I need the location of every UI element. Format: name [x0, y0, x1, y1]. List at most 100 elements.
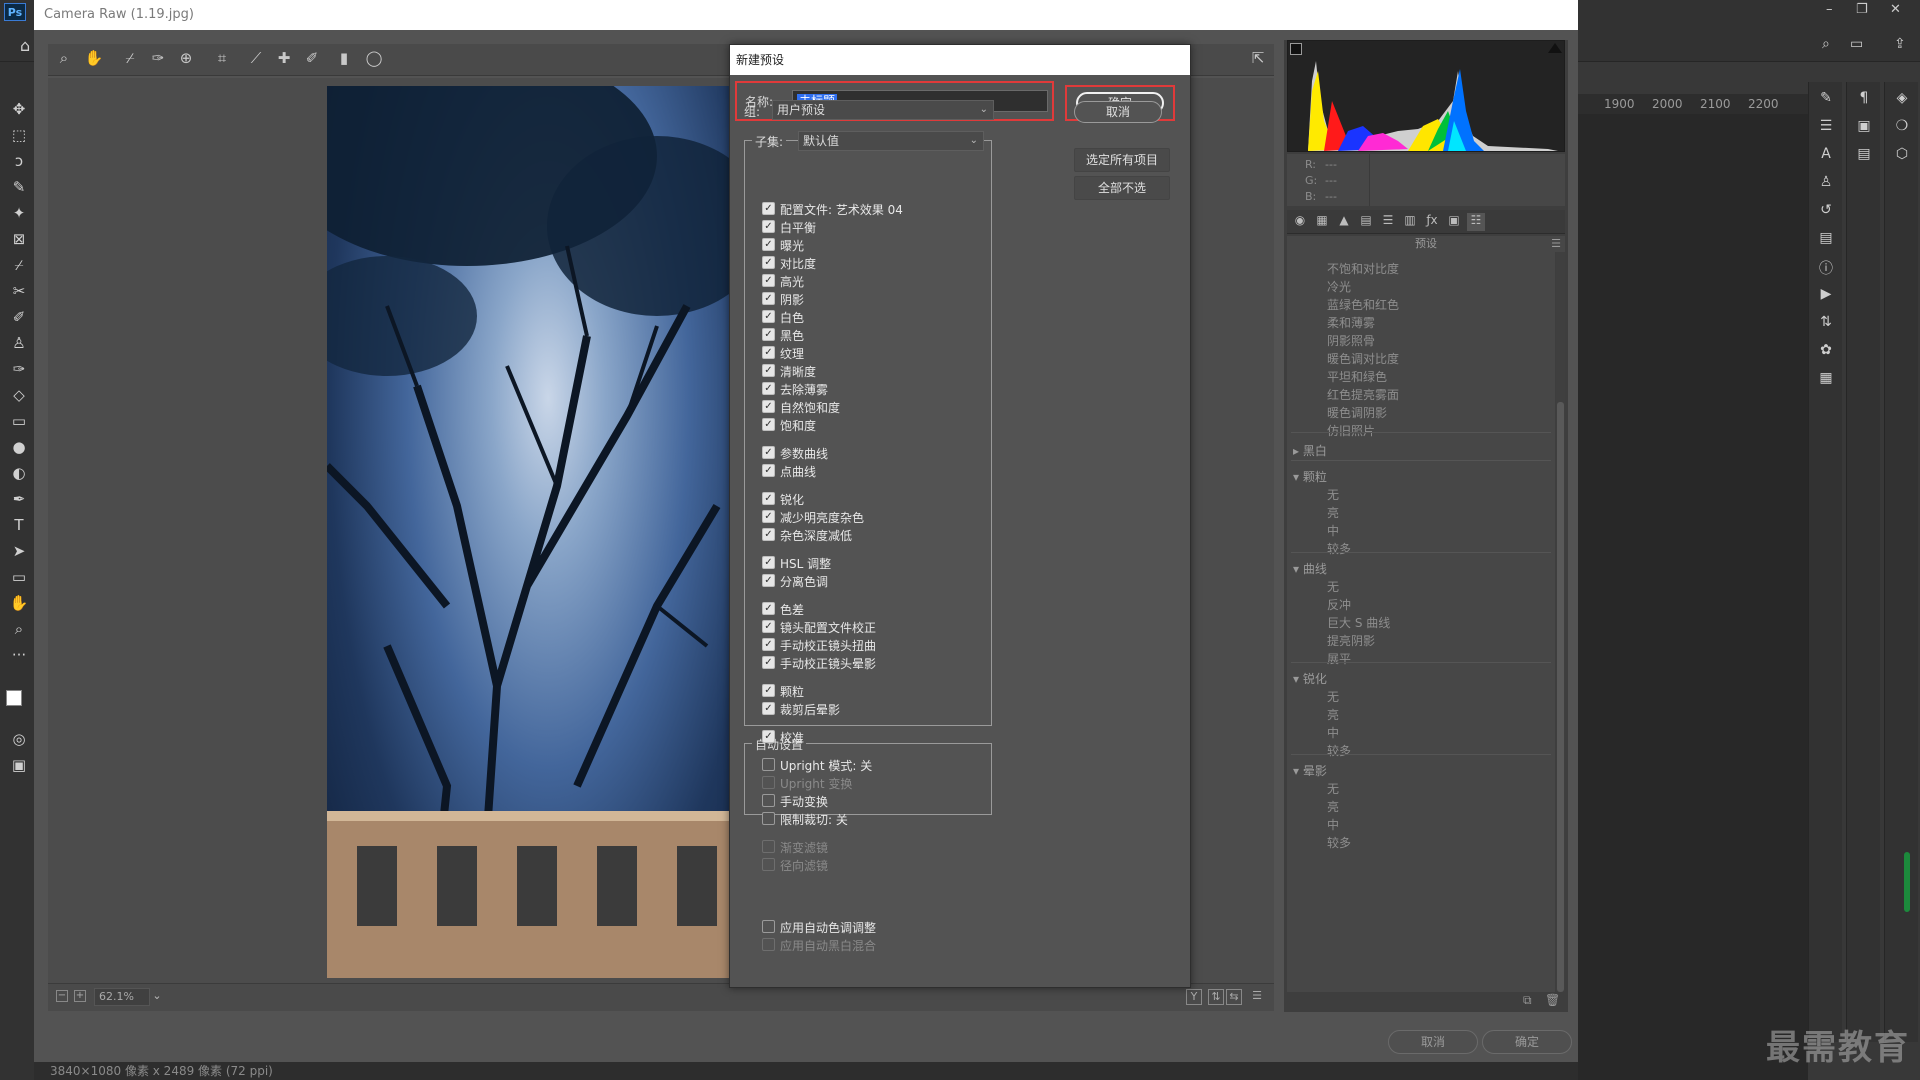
- footer-cancel-button[interactable]: 取消: [1388, 1030, 1478, 1054]
- paths-panel-icon[interactable]: ⬡: [1891, 146, 1913, 166]
- checkbox-checked-icon[interactable]: ✓: [762, 292, 775, 305]
- list-item[interactable]: 仿旧照片: [1327, 422, 1375, 439]
- list-item[interactable]: 暖色调阴影: [1327, 404, 1387, 421]
- brush-panel-icon[interactable]: ✎: [1815, 90, 1837, 110]
- checkbox-unchecked-icon[interactable]: [762, 794, 775, 807]
- quick-mask-icon[interactable]: ◎: [6, 728, 32, 750]
- before-after-y-icon[interactable]: Y: [1186, 989, 1202, 1005]
- crop-icon[interactable]: ⌗: [210, 49, 234, 69]
- swap-settings-icon[interactable]: ⇅: [1208, 989, 1224, 1005]
- presets-tab-icon[interactable]: ☷: [1467, 213, 1485, 231]
- brush-tool-icon[interactable]: ✐: [6, 306, 32, 328]
- checkbox-checked-icon[interactable]: ✓: [762, 238, 775, 251]
- list-item[interactable]: 平坦和绿色: [1327, 368, 1387, 385]
- pen-tool-icon[interactable]: ✒: [6, 488, 32, 510]
- zoom-tool-icon[interactable]: ⌕: [6, 618, 32, 640]
- new-preset-icon[interactable]: ⧉: [1523, 993, 1532, 1008]
- checkbox-unchecked-icon[interactable]: [762, 920, 775, 933]
- hand-icon[interactable]: ✋: [82, 49, 106, 69]
- photo-preview[interactable]: [327, 86, 729, 978]
- white-balance-icon[interactable]: ⌿: [118, 49, 142, 69]
- checkbox-checked-icon[interactable]: ✓: [762, 638, 775, 651]
- toggle-settings-icon[interactable]: ☰: [1248, 988, 1266, 1006]
- subset-select[interactable]: 默认值 ⌄: [798, 131, 984, 151]
- checkbox-checked-icon[interactable]: ✓: [762, 528, 775, 541]
- checkbox-checked-icon[interactable]: ✓: [762, 464, 775, 477]
- ps-scroll-indicator[interactable]: [1904, 852, 1910, 912]
- presets-menu-icon[interactable]: ☰: [1551, 236, 1561, 252]
- list-item[interactable]: 中: [1327, 522, 1339, 539]
- timeline-panel-icon[interactable]: ⇅: [1815, 314, 1837, 334]
- list-item[interactable]: 冷光: [1327, 278, 1351, 295]
- group-grain[interactable]: ▾ 颗粒: [1293, 468, 1327, 485]
- restore-icon[interactable]: ❐: [1856, 2, 1868, 17]
- list-item[interactable]: 较多: [1327, 834, 1351, 851]
- checkbox-checked-icon[interactable]: ✓: [762, 492, 775, 505]
- zoom-level-field[interactable]: 62.1%: [94, 988, 150, 1006]
- select-none-button[interactable]: 全部不选: [1074, 176, 1170, 200]
- table-panel-icon[interactable]: ▦: [1815, 370, 1837, 390]
- layers-panel-icon[interactable]: ◈: [1891, 90, 1913, 110]
- history-panel-icon[interactable]: ↺: [1815, 202, 1837, 222]
- channels-panel-icon[interactable]: ❍: [1891, 118, 1913, 138]
- checkbox-checked-icon[interactable]: ✓: [762, 574, 775, 587]
- workspace-icon[interactable]: ▭: [1850, 36, 1863, 52]
- character-panel-icon[interactable]: A: [1815, 146, 1837, 166]
- eyedropper-tool-icon[interactable]: ⌿: [6, 254, 32, 276]
- delete-preset-icon[interactable]: 🗑: [1545, 993, 1560, 1007]
- checkbox-checked-icon[interactable]: ✓: [762, 346, 775, 359]
- checkbox-checked-icon[interactable]: ✓: [762, 364, 775, 377]
- list-item[interactable]: 亮: [1327, 504, 1339, 521]
- close-icon[interactable]: ✕: [1890, 2, 1901, 17]
- more-tools-icon[interactable]: ···: [6, 644, 32, 666]
- share-icon[interactable]: ⇪: [1894, 36, 1906, 52]
- blur-tool-icon[interactable]: ●: [6, 436, 32, 458]
- checkbox-checked-icon[interactable]: ✓: [762, 510, 775, 523]
- graduated-filter-icon[interactable]: ▮: [332, 49, 356, 69]
- checkbox-checked-icon[interactable]: ✓: [762, 730, 775, 743]
- adjustment-brush-icon[interactable]: ✐: [300, 49, 324, 69]
- actions-panel-icon[interactable]: ▶: [1815, 286, 1837, 306]
- adjustments-panel-icon[interactable]: ☰: [1815, 118, 1837, 138]
- spot-removal-icon[interactable]: ✚: [272, 49, 296, 69]
- marquee-tool-icon[interactable]: ⬚: [6, 124, 32, 146]
- list-item[interactable]: 暖色调对比度: [1327, 350, 1399, 367]
- list-item[interactable]: 提亮阴影: [1327, 632, 1375, 649]
- list-item[interactable]: 较多: [1327, 742, 1351, 759]
- checkbox-checked-icon[interactable]: ✓: [762, 656, 775, 669]
- split-toning-tab-icon[interactable]: ☰: [1379, 213, 1397, 231]
- presets-scrollbar-thumb[interactable]: [1557, 402, 1564, 992]
- radial-filter-icon[interactable]: ◯: [362, 49, 386, 69]
- search-icon[interactable]: ⌕: [1822, 36, 1830, 52]
- dodge-tool-icon[interactable]: ◐: [6, 462, 32, 484]
- paragraph-panel-icon[interactable]: ¶: [1853, 90, 1875, 110]
- minimize-icon[interactable]: –: [1826, 2, 1833, 17]
- quick-select-tool-icon[interactable]: ✎: [6, 176, 32, 198]
- screen-mode-icon[interactable]: ▣: [6, 754, 32, 776]
- foreground-color-swatch[interactable]: [6, 690, 22, 706]
- footer-ok-button[interactable]: 确定: [1482, 1030, 1572, 1054]
- checkbox-unchecked-icon[interactable]: [762, 758, 775, 771]
- straighten-icon[interactable]: ⟋: [244, 49, 268, 69]
- zoom-out-icon[interactable]: −: [56, 990, 68, 1002]
- path-select-tool-icon[interactable]: ➤: [6, 540, 32, 562]
- copy-settings-icon[interactable]: ⇆: [1226, 989, 1242, 1005]
- list-item[interactable]: 中: [1327, 816, 1339, 833]
- list-item[interactable]: 巨大 S 曲线: [1327, 614, 1390, 631]
- clone-source-panel-icon[interactable]: ♙: [1815, 174, 1837, 194]
- hand-tool-icon[interactable]: ✋: [6, 592, 32, 614]
- group-sharpen[interactable]: ▾ 锐化: [1293, 670, 1327, 687]
- shape-tool-icon[interactable]: ▭: [6, 566, 32, 588]
- list-item[interactable]: 蓝绿色和红色: [1327, 296, 1399, 313]
- 3d-panel-icon[interactable]: ✿: [1815, 342, 1837, 362]
- checkbox-checked-icon[interactable]: ✓: [762, 446, 775, 459]
- checkbox-checked-icon[interactable]: ✓: [762, 256, 775, 269]
- color-sampler-icon[interactable]: ✑: [146, 49, 170, 69]
- home-icon[interactable]: ⌂: [20, 36, 30, 55]
- list-item[interactable]: 展平: [1327, 650, 1351, 667]
- type-tool-icon[interactable]: T: [6, 514, 32, 536]
- list-item[interactable]: 无: [1327, 486, 1339, 503]
- list-item[interactable]: 阴影照骨: [1327, 332, 1375, 349]
- checkbox-checked-icon[interactable]: ✓: [762, 418, 775, 431]
- properties-panel-icon[interactable]: ▤: [1815, 230, 1837, 250]
